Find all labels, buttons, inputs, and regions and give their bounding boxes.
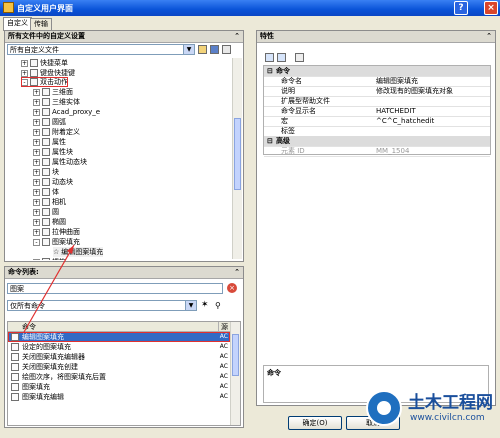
watermark-logo — [366, 390, 402, 426]
collapse-icon[interactable]: ⌃ — [486, 31, 492, 41]
properties-title: 特性 — [260, 32, 274, 40]
properties-panel: 特性 ⌃ ⊟ 命令 命令名 编辑图案填充 说明 修改现有的图案填充对象 扩展型帮助文件… — [256, 30, 496, 406]
properties-grid: ⊟ 命令 命令名 编辑图案填充 说明 修改现有的图案填充对象 扩展型帮助文件 命令显示… — [263, 65, 491, 157]
ok-button[interactable]: 确定(O) — [288, 416, 342, 430]
description-title: 命令 — [267, 369, 281, 377]
property-row-element-id[interactable]: 元素 ID MM_1504 — [264, 146, 490, 157]
site-watermark: 土木工程网 www.civilcn.com — [364, 382, 498, 436]
watermark-site-name: 土木工程网 — [408, 393, 493, 413]
categorized-icon[interactable] — [265, 53, 274, 62]
property-pages-icon[interactable] — [295, 53, 304, 62]
alphabetical-icon[interactable] — [277, 53, 286, 62]
properties-header: 特性 ⌃ — [257, 31, 495, 43]
watermark-url: www.civilcn.com — [410, 413, 485, 423]
